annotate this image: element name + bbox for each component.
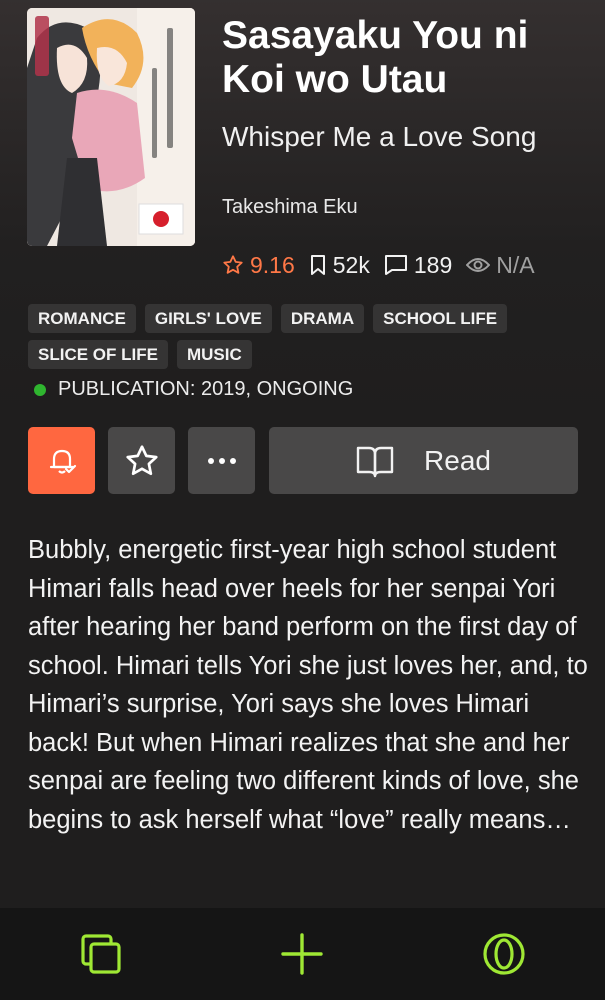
read-button[interactable]: Read — [269, 427, 578, 494]
tag-list: ROMANCE GIRLS' LOVE DRAMA SCHOOL LIFE SL… — [28, 304, 588, 376]
star-icon — [125, 444, 158, 475]
author-link[interactable]: Takeshima Eku — [222, 196, 358, 219]
comments-stat[interactable]: 189 — [384, 252, 452, 279]
japan-flag-icon — [138, 203, 184, 235]
new-tab-button[interactable] — [272, 924, 332, 984]
rate-button[interactable] — [108, 427, 175, 494]
tag-chip[interactable]: SLICE OF LIFE — [28, 340, 168, 369]
browser-menu-button[interactable] — [474, 924, 534, 984]
cover-illustration — [27, 8, 195, 246]
tabs-button[interactable] — [71, 924, 131, 984]
stats-row: 9.16 52k 189 N/A — [222, 250, 535, 280]
plus-icon — [281, 933, 324, 975]
manga-title: Sasayaku You ni Koi wo Utau — [222, 14, 529, 101]
comment-icon — [384, 255, 407, 275]
synopsis: Bubbly, energetic first-year high school… — [28, 536, 588, 834]
tag-chip[interactable]: ROMANCE — [28, 304, 136, 333]
read-button-label: Read — [424, 444, 491, 476]
more-dots-icon — [207, 457, 236, 464]
star-outline-icon — [223, 255, 243, 274]
eye-icon — [466, 258, 491, 272]
rating-value: 9.16 — [250, 251, 295, 278]
views-stat: N/A — [466, 251, 535, 279]
status-dot — [34, 383, 46, 396]
bookmark-icon — [310, 255, 325, 275]
tag-chip[interactable]: MUSIC — [176, 340, 252, 369]
publication-status: PUBLICATION: 2019, ONGOING — [34, 378, 353, 401]
views-value: N/A — [496, 251, 535, 278]
bell-check-icon — [49, 449, 76, 474]
follows-value: 52k — [332, 251, 370, 278]
subscribe-button[interactable] — [28, 427, 95, 494]
follows-stat[interactable]: 52k — [309, 252, 370, 279]
opera-icon — [483, 933, 525, 975]
bottom-nav-bar — [0, 908, 605, 1000]
comments-value: 189 — [413, 251, 453, 278]
more-options-button[interactable] — [188, 427, 255, 494]
open-book-icon — [356, 446, 394, 477]
alternative-title: Whisper Me a Love Song — [222, 121, 537, 152]
tag-chip[interactable]: DRAMA — [280, 304, 365, 333]
tag-chip[interactable]: GIRLS' LOVE — [144, 304, 272, 333]
rating-stat[interactable]: 9.16 — [222, 252, 295, 279]
cover-image[interactable] — [27, 8, 195, 246]
tag-chip[interactable]: SCHOOL LIFE — [373, 304, 508, 333]
copy-icon — [81, 934, 121, 974]
publication-text: PUBLICATION: 2019, ONGOING — [58, 378, 354, 400]
